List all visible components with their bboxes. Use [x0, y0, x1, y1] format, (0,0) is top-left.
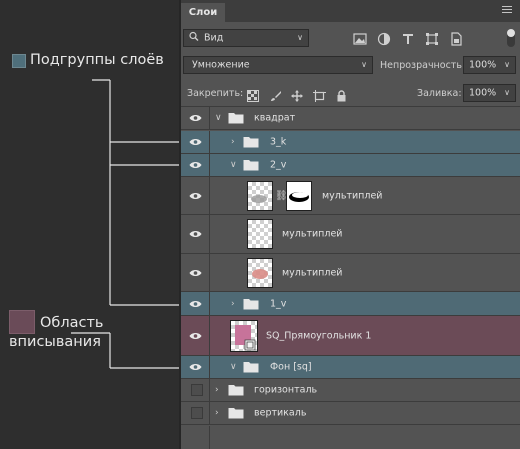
- layer-row-fon-sq[interactable]: ∨ Фон [sq]: [181, 356, 520, 379]
- visibility-cell: [181, 426, 210, 449]
- lock-label: Закрепить:: [187, 88, 244, 99]
- layer-row-multiply-2[interactable]: мультиплей: [181, 215, 520, 254]
- layer-row-2v[interactable]: ∨ 2_v: [181, 154, 520, 177]
- chevron-down-icon: ∨: [504, 88, 510, 98]
- chevron-right-icon[interactable]: ›: [215, 385, 219, 395]
- eye-icon[interactable]: [189, 114, 202, 122]
- layer-row-kvadrat[interactable]: ∨ квадрат: [181, 106, 520, 130]
- chevron-down-icon[interactable]: ∨: [215, 113, 222, 123]
- folder-icon: [243, 160, 259, 171]
- layer-row-vertikal[interactable]: › вертикаль: [181, 402, 520, 425]
- layer-thumbnail[interactable]: [247, 257, 273, 288]
- lock-position-icon[interactable]: [291, 87, 303, 106]
- type-filter-icon[interactable]: [401, 31, 415, 45]
- chevron-right-icon[interactable]: ›: [231, 299, 235, 309]
- eye-icon[interactable]: [189, 332, 202, 340]
- folder-icon: [243, 362, 259, 373]
- layer-name: вертикаль: [254, 407, 307, 419]
- layer-list: ∨ квадрат › 3_k ∨ 2_v ⛓ мультиплей мульт…: [181, 106, 520, 449]
- visibility-cell[interactable]: [181, 379, 210, 401]
- blend-mode-dropdown[interactable]: Умножение ∨: [183, 56, 373, 74]
- adjustment-filter-icon[interactable]: [377, 31, 391, 46]
- layer-name: 1_v: [270, 298, 287, 309]
- visibility-cell[interactable]: [181, 131, 210, 153]
- panel-menu-icon[interactable]: [502, 6, 512, 15]
- layer-name: мультиплей: [282, 267, 343, 278]
- opacity-label: Непрозрачность:: [380, 60, 466, 71]
- layer-name: мультиплей: [282, 228, 343, 240]
- shape-thumbnail[interactable]: [230, 319, 258, 352]
- eye-icon[interactable]: [189, 161, 202, 169]
- fill-input[interactable]: 100% ∨: [463, 84, 516, 102]
- eye-icon[interactable]: [189, 269, 202, 277]
- layer-thumbnail[interactable]: [247, 219, 273, 249]
- panel-tabbar: [181, 0, 520, 22]
- shape-filter-icon[interactable]: [425, 31, 439, 45]
- visibility-cell[interactable]: [181, 316, 210, 355]
- eye-icon[interactable]: [189, 300, 202, 308]
- layer-name: мультиплей: [322, 190, 383, 201]
- folder-icon: [228, 408, 244, 419]
- eye-icon[interactable]: [189, 192, 202, 200]
- chevron-right-icon[interactable]: ›: [215, 408, 219, 418]
- layer-row-1v[interactable]: › 1_v: [181, 292, 520, 316]
- layer-name: Фон [sq]: [270, 361, 312, 373]
- folder-icon: [228, 385, 244, 396]
- layer-name: горизонталь: [254, 384, 318, 396]
- visibility-off-box[interactable]: [191, 407, 203, 419]
- opacity-input[interactable]: 100% ∨: [463, 56, 516, 74]
- layer-name: 2_v: [270, 159, 287, 171]
- filter-toggle[interactable]: [507, 29, 515, 47]
- eye-icon[interactable]: [189, 363, 202, 371]
- lock-artboard-icon[interactable]: [313, 87, 326, 106]
- layer-row-sq-rectangle[interactable]: SQ_Прямоугольник 1: [181, 316, 520, 356]
- layer-name: 3_k: [270, 136, 287, 148]
- lock-brush-icon[interactable]: [270, 87, 282, 106]
- tab-layers[interactable]: Слои: [181, 3, 225, 22]
- opacity-value: 100%: [469, 59, 497, 71]
- visibility-cell[interactable]: [181, 356, 210, 378]
- folder-icon: [243, 137, 259, 148]
- visibility-cell[interactable]: [181, 292, 210, 315]
- blend-mode-label: Умножение: [192, 59, 250, 71]
- layer-name: SQ_Прямоугольник 1: [266, 330, 372, 341]
- fill-label: Заливка:: [417, 88, 462, 99]
- chevron-down-icon: ∨: [297, 33, 303, 43]
- layer-name: квадрат: [254, 112, 296, 124]
- chevron-right-icon[interactable]: ›: [231, 137, 235, 147]
- eye-icon[interactable]: [189, 138, 202, 146]
- visibility-cell[interactable]: [181, 402, 210, 424]
- layer-row-gorizontal[interactable]: › горизонталь: [181, 379, 520, 402]
- chevron-down-icon: ∨: [504, 60, 510, 70]
- chevron-down-icon[interactable]: ∨: [230, 362, 237, 372]
- filter-kind-label: Вид: [204, 32, 224, 44]
- lock-all-icon[interactable]: [336, 87, 347, 106]
- visibility-cell[interactable]: [181, 254, 210, 291]
- folder-icon: [228, 113, 244, 124]
- visibility-cell[interactable]: [181, 215, 210, 253]
- mask-thumbnail[interactable]: [286, 180, 312, 211]
- fill-value: 100%: [469, 87, 497, 99]
- smart-object-filter-icon[interactable]: [449, 31, 463, 46]
- search-icon: [189, 31, 199, 45]
- chevron-down-icon[interactable]: ∨: [230, 160, 237, 170]
- layer-row-3k[interactable]: › 3_k: [181, 131, 520, 154]
- layer-list-empty: [181, 426, 520, 449]
- layer-thumbnail[interactable]: [247, 180, 273, 211]
- visibility-cell[interactable]: [181, 107, 210, 129]
- filter-kind-dropdown[interactable]: Вид ∨: [183, 29, 309, 47]
- layer-row-multiply-3[interactable]: мультиплей: [181, 254, 520, 292]
- layer-row-multiply-mask[interactable]: ⛓ мультиплей: [181, 177, 520, 215]
- chevron-down-icon: ∨: [361, 60, 367, 70]
- visibility-off-box[interactable]: [191, 384, 203, 396]
- pixel-filter-icon[interactable]: [353, 31, 367, 45]
- folder-icon: [243, 298, 259, 309]
- lock-transparent-icon[interactable]: [247, 87, 259, 106]
- eye-icon[interactable]: [189, 230, 202, 238]
- visibility-cell[interactable]: [181, 154, 210, 176]
- visibility-cell[interactable]: [181, 177, 210, 214]
- annotation-lines: [71, 79, 186, 369]
